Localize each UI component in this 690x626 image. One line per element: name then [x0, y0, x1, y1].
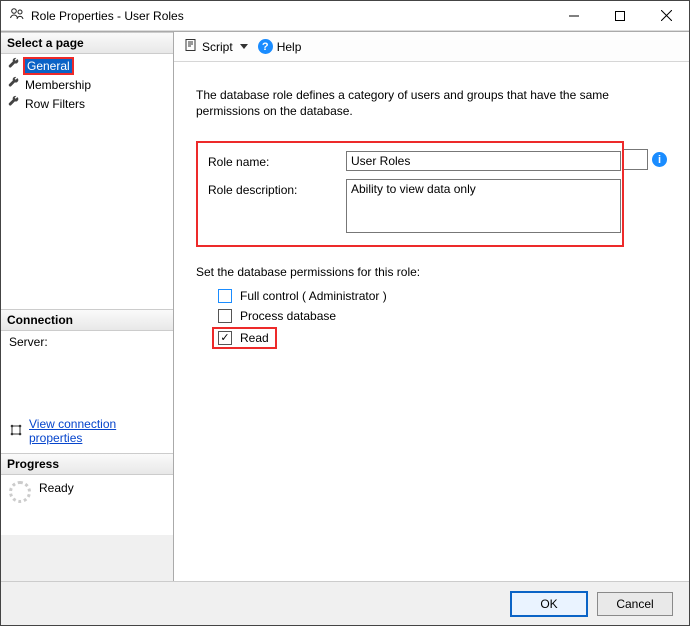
- dialog-body: Select a page General Membership: [1, 31, 689, 581]
- chevron-down-icon: [240, 44, 248, 49]
- help-label: Help: [277, 40, 302, 54]
- server-label-row: Server:: [5, 333, 169, 351]
- main-panel: Script ? Help The database role defines …: [174, 32, 689, 581]
- permissions-title: Set the database permissions for this ro…: [196, 265, 667, 279]
- role-name-label: Role name:: [208, 151, 338, 171]
- view-connection-row: View connection properties: [5, 415, 169, 447]
- role-name-input[interactable]: [346, 151, 621, 171]
- perm-fullcontrol-row[interactable]: Full control ( Administrator ): [218, 289, 667, 303]
- page-label: General: [25, 59, 72, 73]
- perm-read-label: Read: [240, 331, 269, 345]
- maximize-button[interactable]: [597, 1, 643, 30]
- close-button[interactable]: [643, 1, 689, 30]
- perm-fullcontrol-label: Full control ( Administrator ): [240, 289, 387, 303]
- script-button[interactable]: Script: [184, 38, 248, 55]
- minimize-button[interactable]: [551, 1, 597, 30]
- perm-process-label: Process database: [240, 309, 336, 323]
- wrench-icon: [7, 95, 21, 112]
- view-connection-link[interactable]: View connection properties: [29, 417, 165, 445]
- progress-spinner-icon: [9, 481, 31, 503]
- connection-header: Connection: [1, 309, 173, 331]
- info-icon[interactable]: i: [652, 152, 667, 167]
- script-label: Script: [202, 40, 233, 54]
- progress-header: Progress: [1, 453, 173, 475]
- help-icon: ?: [258, 39, 273, 54]
- role-name-input-extension[interactable]: [624, 149, 648, 170]
- page-list: General Membership Row Filters: [1, 54, 173, 309]
- server-label: Server:: [9, 335, 48, 349]
- checkbox-fullcontrol[interactable]: [218, 289, 232, 303]
- app-icon: [9, 6, 25, 25]
- wrench-icon: [7, 76, 21, 93]
- permissions-section: Set the database permissions for this ro…: [196, 265, 667, 347]
- titlebar-left: Role Properties - User Roles: [9, 6, 184, 25]
- role-form-highlight: Role name: Role description:: [196, 141, 624, 247]
- select-page-header: Select a page: [1, 32, 173, 54]
- page-label: Row Filters: [25, 97, 85, 111]
- cancel-button[interactable]: Cancel: [597, 592, 673, 616]
- sidebar: Select a page General Membership: [1, 32, 174, 581]
- role-description-text: The database role defines a category of …: [196, 88, 667, 119]
- titlebar: Role Properties - User Roles: [1, 1, 689, 31]
- page-item-general[interactable]: General: [5, 56, 169, 75]
- role-desc-label: Role description:: [208, 179, 338, 233]
- script-icon: [184, 38, 198, 55]
- window-title: Role Properties - User Roles: [31, 9, 184, 23]
- page-item-rowfilters[interactable]: Row Filters: [5, 94, 169, 113]
- dialog-footer: OK Cancel: [1, 581, 689, 625]
- help-button[interactable]: ? Help: [258, 39, 302, 54]
- perm-read-row[interactable]: Read: [214, 329, 667, 347]
- checkbox-read[interactable]: [218, 331, 232, 345]
- wrench-icon: [7, 57, 21, 74]
- perm-process-row[interactable]: Process database: [218, 309, 667, 323]
- checkbox-process[interactable]: [218, 309, 232, 323]
- window-controls: [551, 1, 689, 30]
- role-desc-input[interactable]: [346, 179, 621, 233]
- read-highlight: Read: [214, 329, 275, 347]
- connection-body: Server: View connection properties: [1, 331, 173, 453]
- content-area: The database role defines a category of …: [174, 62, 689, 581]
- toolbar: Script ? Help: [174, 32, 689, 62]
- dialog-window: Role Properties - User Roles Select a pa…: [0, 0, 690, 626]
- page-label: Membership: [25, 78, 91, 92]
- progress-status: Ready: [39, 481, 74, 495]
- role-name-row: [346, 151, 621, 171]
- ok-button[interactable]: OK: [511, 592, 587, 616]
- page-item-membership[interactable]: Membership: [5, 75, 169, 94]
- progress-body: Ready: [1, 475, 173, 535]
- connection-icon: [9, 423, 23, 440]
